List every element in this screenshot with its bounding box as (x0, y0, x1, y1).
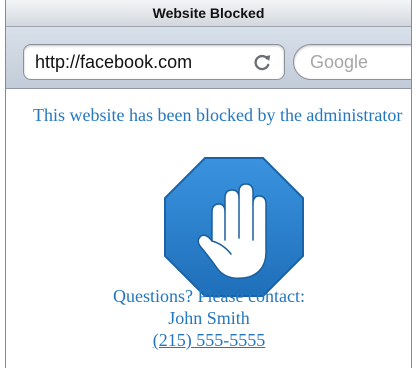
window-title: Website Blocked (6, 0, 411, 27)
search-placeholder: Google (310, 52, 369, 72)
contact-name: John Smith (168, 308, 250, 328)
contact-heading: Questions? Please contact: (113, 286, 305, 306)
search-field[interactable]: Google (293, 44, 411, 80)
address-bar[interactable]: http://facebook.com (23, 44, 285, 80)
browser-toolbar: http://facebook.com Google (6, 27, 411, 89)
address-bar-url: http://facebook.com (35, 52, 193, 72)
blocked-message: This website has been blocked by the adm… (33, 105, 403, 125)
stop-hand-icon (164, 157, 304, 297)
contact-phone-link[interactable]: (215) 555-5555 (6, 330, 411, 351)
browser-window: Website Blocked http://facebook.com Goog… (5, 0, 412, 368)
reload-icon[interactable] (252, 52, 272, 72)
